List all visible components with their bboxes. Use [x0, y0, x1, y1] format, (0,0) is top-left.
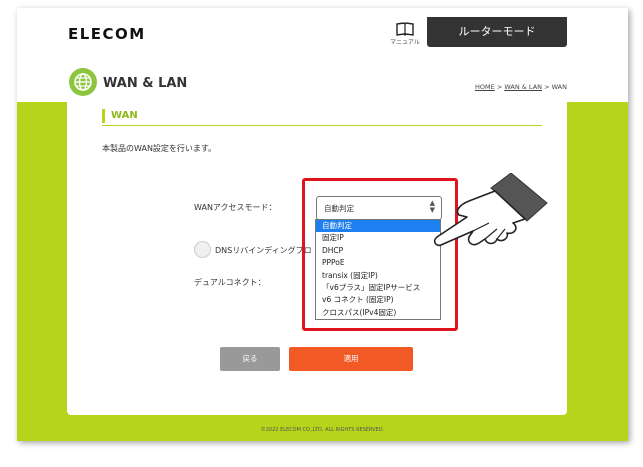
apply-button[interactable]: 適用	[289, 347, 413, 371]
book-icon	[396, 22, 414, 36]
footer-copyright: ©2022 ELECOM CO.,LTD. ALL RIGHTS RESERVE…	[260, 427, 385, 433]
breadcrumb-current: WAN	[551, 83, 567, 91]
breadcrumb: HOME > WAN & LAN > WAN	[475, 83, 567, 91]
section-bar	[102, 109, 105, 123]
manual-label: マニュアル	[390, 39, 420, 46]
router-mode-button[interactable]: ルーターモード	[427, 17, 567, 47]
dns-rebinding-label: DNSリバインディングプロ	[215, 246, 312, 255]
title-row: WAN & LAN HOME > WAN & LAN > WAN	[17, 52, 628, 102]
page-title: WAN & LAN	[103, 76, 188, 91]
globe-icon	[69, 68, 97, 96]
breadcrumb-separator: >	[542, 83, 552, 91]
wan-access-mode-label: WANアクセスモード：	[194, 203, 277, 212]
browser-frame: ELECOM マニュアル ルーターモード WAN & LAN HOME > WA…	[17, 8, 628, 441]
breadcrumb-home[interactable]: HOME	[475, 83, 495, 91]
back-button[interactable]: 戻る	[220, 347, 280, 371]
elecom-logo[interactable]: ELECOM	[68, 25, 146, 43]
dual-connect-label: デュアルコネクト：	[194, 278, 266, 287]
section-header: WAN	[102, 107, 542, 126]
section-description: 本製品のWAN設定を行います。	[102, 144, 217, 153]
breadcrumb-separator: >	[494, 83, 505, 91]
section-title: WAN	[111, 110, 138, 121]
dns-rebinding-toggle[interactable]	[194, 241, 211, 258]
manual-link[interactable]: マニュアル	[390, 22, 420, 46]
header: ELECOM マニュアル ルーターモード	[17, 8, 628, 52]
pointing-hand-icon	[433, 173, 548, 247]
breadcrumb-wan-lan[interactable]: WAN & LAN	[504, 83, 542, 91]
